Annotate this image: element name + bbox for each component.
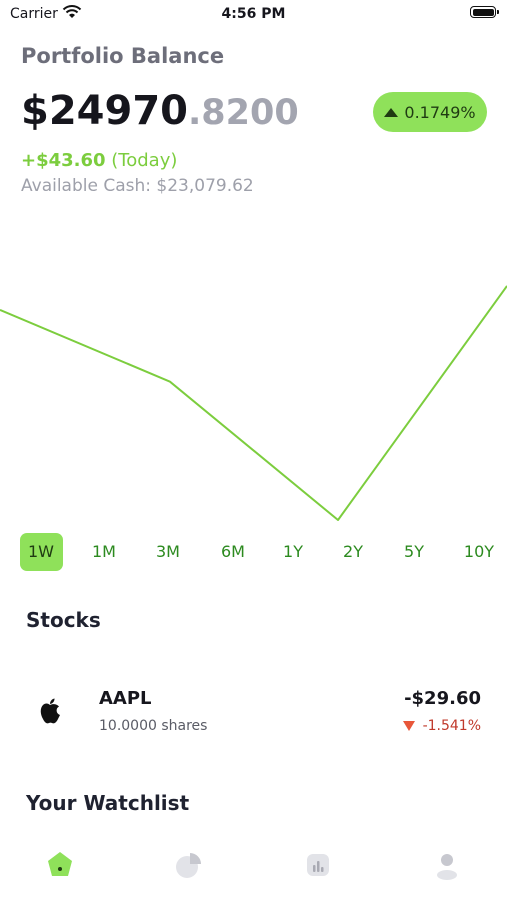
available-cash: Available Cash: $23,079.62 [21, 176, 254, 196]
change-percent: 0.1749% [404, 102, 476, 122]
today-amount: +$43.60 [21, 150, 106, 171]
range-6m[interactable]: 6M [213, 533, 253, 571]
tab-home[interactable] [43, 848, 77, 882]
range-1y[interactable]: 1Y [273, 533, 313, 571]
profile-icon [437, 854, 457, 880]
page-title: Portfolio Balance [21, 44, 225, 68]
range-2y[interactable]: 2Y [333, 533, 373, 571]
range-10y[interactable]: 10Y [459, 533, 499, 571]
range-1w[interactable]: 1W [19, 533, 63, 571]
today-change: +$43.60 (Today) [21, 150, 177, 171]
triangle-up-icon [384, 107, 399, 117]
apple-logo-icon [38, 698, 62, 726]
stock-percent-value: -1.541% [422, 718, 481, 734]
stock-shares: 10.0000 shares [99, 718, 208, 734]
range-1m[interactable]: 1M [84, 533, 124, 571]
today-label: (Today) [111, 150, 178, 171]
range-5y[interactable]: 5Y [394, 533, 434, 571]
watchlist-heading: Your Watchlist [26, 791, 190, 815]
stock-symbol: AAPL [99, 688, 152, 709]
portfolio-line-chart[interactable] [0, 200, 507, 530]
change-badge[interactable]: 0.1749% [373, 92, 487, 132]
home-icon [48, 852, 72, 876]
range-selector: 1W 1M 3M 6M 1Y 2Y 5Y 10Y [19, 533, 500, 571]
stock-profit-loss: -$29.60 [404, 688, 481, 709]
range-3m[interactable]: 3M [148, 533, 188, 571]
battery-icon [470, 6, 499, 18]
tab-portfolio[interactable] [172, 848, 206, 882]
portfolio-balance: $24970.8200 [21, 88, 299, 134]
triangle-down-icon [402, 721, 415, 731]
tab-stats[interactable] [301, 848, 335, 882]
balance-integer: $24970 [21, 88, 188, 134]
tab-profile[interactable] [430, 848, 464, 882]
bar-chart-icon [307, 854, 329, 876]
clock: 4:56 PM [221, 6, 286, 22]
stocks-heading: Stocks [26, 608, 101, 632]
balance-decimal: .8200 [188, 93, 299, 133]
portfolio-series-line [0, 285, 507, 521]
stock-percent: -1.541% [402, 718, 481, 734]
stock-row[interactable]: AAPL 10.0000 shares -$29.60 -1.541% [0, 676, 507, 746]
pie-chart-icon [176, 853, 201, 878]
status-bar: Carrier 4:56 PM [0, 0, 507, 28]
tab-bar [0, 838, 507, 888]
